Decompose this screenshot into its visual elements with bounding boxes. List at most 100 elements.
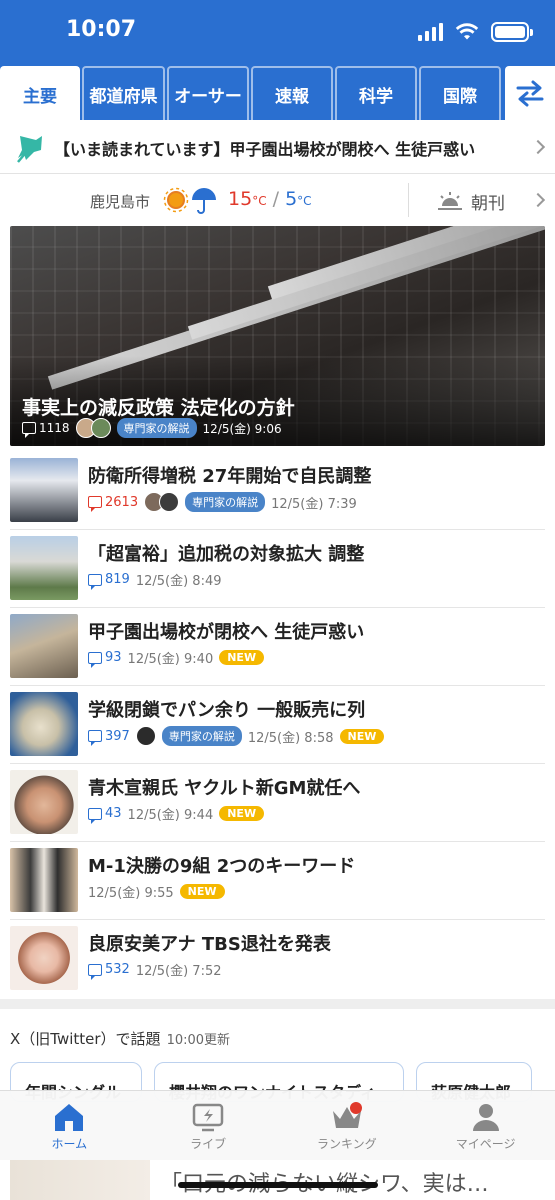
article-date: 12/5(金) 8:49 (135, 574, 222, 589)
tab-prefectures[interactable]: 都道府県 (82, 66, 165, 120)
comment-count-value: 2613 (105, 494, 139, 510)
article-thumbnail (10, 536, 78, 600)
tab-science[interactable]: 科学 (335, 66, 417, 120)
x-trending-updated: 10:00更新 (166, 1033, 231, 1048)
comment-count: 397 (88, 728, 130, 746)
article-date: 12/5(金) 8:58 (247, 730, 334, 746)
comment-count-value: 1118 (39, 421, 70, 435)
pickup-text: 【いま読まれています】甲子園出場校が閉校へ 生徒戸惑い (54, 140, 476, 159)
crown-icon (332, 1102, 362, 1128)
comment-icon (88, 807, 102, 824)
comment-count-value: 397 (105, 728, 130, 744)
article-item[interactable]: M-1決勝の9組 2つのキーワード 12/5(金) 9:55 NEW (10, 842, 545, 920)
x-trending-heading: X（旧Twitter）で話題 10:00更新 (10, 1028, 230, 1049)
new-badge: NEW (219, 806, 265, 821)
avatar (135, 726, 156, 746)
article-item[interactable]: 青木宣親氏 ヤクルト新GM就任へ 43 12/5(金) 9:44 NEW (10, 764, 545, 842)
comment-count: 1118 (22, 421, 70, 438)
article-item[interactable]: 甲子園出場校が閉校へ 生徒戸惑い 93 12/5(金) 9:40 NEW (10, 608, 545, 686)
comment-count-value: 532 (105, 962, 130, 977)
comment-count: 93 (88, 650, 122, 668)
temp-low: 5 (285, 188, 298, 210)
section-divider (0, 999, 555, 1009)
home-icon (55, 1104, 84, 1131)
avatar (90, 418, 111, 438)
weather-temps: 15°C / 5°C (228, 188, 312, 210)
x-trending-title: X（旧Twitter）で話題 (10, 1030, 161, 1048)
weather-city: 鹿児島市 (90, 193, 151, 211)
comment-count-value: 819 (105, 572, 130, 587)
article-meta: 12/5(金) 9:55 NEW (88, 882, 225, 901)
temp-low-unit: °C (297, 194, 312, 208)
article-item[interactable]: 学級閉鎖でパン余り 一般販売に列 397 専門家の解説 12/5(金) 8:58… (10, 686, 545, 764)
article-date: 12/5(金) 9:40 (127, 652, 214, 667)
morning-edition-link[interactable]: 朝刊 (471, 189, 505, 214)
expert-avatars (135, 726, 156, 746)
article-meta: 43 12/5(金) 9:44 NEW (88, 804, 265, 824)
expert-badge: 専門家の解説 (161, 726, 242, 746)
expert-badge: 専門家の解説 (185, 492, 266, 512)
peek-thumbnail (10, 1160, 150, 1200)
tab-breaking[interactable]: 速報 (251, 66, 333, 120)
tab-switch-button[interactable] (505, 66, 555, 120)
wifi-icon (455, 23, 479, 40)
article-date: 12/5(金) 7:52 (135, 964, 222, 979)
hero-article[interactable]: 事実上の減反政策 法定化の方針 1118 専門家の解説 12/5(金) 9:06 (10, 226, 545, 446)
pickup-banner[interactable]: 【いま読まれています】甲子園出場校が閉校へ 生徒戸惑い (0, 120, 555, 174)
article-item[interactable]: 良原安美アナ TBS退社を発表 532 12/5(金) 7:52 (10, 920, 545, 998)
comment-icon (88, 496, 102, 512)
nav-live-label: ライブ (190, 1137, 227, 1151)
article-thumbnail (10, 458, 78, 522)
article-thumbnail (10, 926, 78, 990)
article-meta: 2613 専門家の解説 12/5(金) 7:39 (88, 492, 357, 512)
tab-international[interactable]: 国際 (419, 66, 501, 120)
comment-icon (22, 422, 36, 438)
comment-count: 532 (88, 962, 130, 980)
hero-title: 事実上の減反政策 法定化の方針 (22, 397, 295, 419)
home-indicator[interactable] (178, 1182, 378, 1188)
weather-row[interactable]: 鹿児島市 15°C / 5°C 朝刊 (0, 175, 555, 225)
live-tv-icon (192, 1103, 224, 1132)
tab-main[interactable]: 主要 (0, 66, 80, 120)
status-time: 10:07 (66, 17, 137, 42)
nav-home-label: ホーム (51, 1137, 88, 1151)
signal-icon (418, 23, 443, 41)
peek-article[interactable]: 「口元の減らない縦シワ、実は… (0, 1160, 555, 1200)
comment-count: 2613 (88, 494, 139, 512)
new-badge: NEW (219, 650, 265, 665)
bottom-nav: ホーム ライブ ランキング マイページ (0, 1090, 555, 1160)
article-date: 12/5(金) 7:39 (271, 496, 357, 512)
article-thumbnail (10, 692, 78, 756)
article-title: 良原安美アナ TBS退社を発表 (88, 934, 331, 955)
sunrise-icon (438, 192, 462, 210)
nav-ranking[interactable]: ランキング (278, 1091, 417, 1160)
tab-authors[interactable]: オーサー (167, 66, 249, 120)
article-meta: 93 12/5(金) 9:40 NEW (88, 648, 265, 668)
article-meta: 397 専門家の解説 12/5(金) 8:58 NEW (88, 726, 385, 746)
avatar (159, 492, 180, 512)
pin-icon (17, 136, 42, 163)
article-thumbnail (10, 614, 78, 678)
article-title: M-1決勝の9組 2つのキーワード (88, 856, 356, 877)
new-badge: NEW (179, 884, 225, 899)
category-tabs: 主要 都道府県 オーサー 速報 科学 国際 (0, 66, 555, 120)
article-item[interactable]: 防衛所得増税 27年開始で自民調整 2613 専門家の解説 12/5(金) 7:… (10, 452, 545, 530)
comment-icon (88, 651, 102, 668)
expert-avatars (144, 492, 180, 512)
article-title: 防衛所得増税 27年開始で自民調整 (88, 466, 372, 487)
article-date: 12/5(金) 9:55 (88, 886, 174, 901)
article-meta: 819 12/5(金) 8:49 (88, 570, 222, 590)
article-meta: 532 12/5(金) 7:52 (88, 960, 222, 980)
article-thumbnail (10, 848, 78, 912)
hero-date: 12/5(金) 9:06 (202, 421, 282, 436)
nav-mypage[interactable]: マイページ (416, 1091, 555, 1160)
article-title: 甲子園出場校が閉校へ 生徒戸惑い (88, 622, 365, 643)
article-title: 学級閉鎖でパン余り 一般販売に列 (88, 700, 366, 721)
article-title: 「超富裕」追加税の対象拡大 調整 (88, 544, 365, 565)
article-item[interactable]: 「超富裕」追加税の対象拡大 調整 819 12/5(金) 8:49 (10, 530, 545, 608)
comment-icon (88, 573, 102, 590)
status-icons (418, 22, 533, 42)
nav-home[interactable]: ホーム (0, 1091, 139, 1160)
umbrella-icon (192, 188, 216, 214)
nav-live[interactable]: ライブ (139, 1091, 278, 1160)
